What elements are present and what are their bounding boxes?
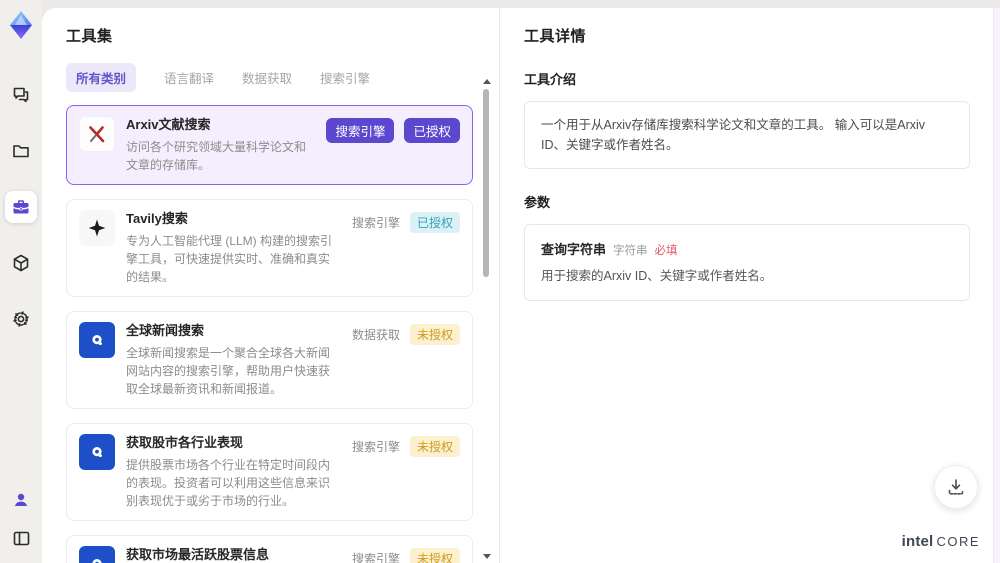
detail-scrollbar-track[interactable]	[993, 8, 1000, 563]
param-box: 查询字符串 字符串 必填 用于搜索的Arxiv ID、关键字或作者姓名。	[524, 224, 970, 301]
tool-card-most-active-stocks[interactable]: 获取市场最活跃股票信息 提供当天交易量最高的股票列表，投资者可以利用这些信息来识…	[66, 534, 473, 563]
tool-card-sector-performance[interactable]: 获取股市各行业表现 提供股票市场各个行业在特定时间段内的表现。投资者可以利用这些…	[66, 422, 473, 521]
nav-settings-icon[interactable]	[5, 303, 37, 335]
tool-category-badge: 数据获取	[351, 327, 400, 342]
download-button[interactable]	[934, 465, 978, 509]
intro-heading: 工具介绍	[524, 72, 577, 87]
scrollbar-thumb[interactable]	[483, 89, 489, 277]
tool-name: 获取股市各行业表现	[126, 434, 244, 450]
page-title: 工具集	[66, 28, 113, 45]
tool-category-badge: 搜索引擎	[326, 118, 395, 143]
scroll-down-icon[interactable]	[483, 554, 491, 559]
tool-list-scrollbar[interactable]	[482, 79, 491, 559]
tab-all-categories[interactable]: 所有类别	[66, 63, 137, 92]
tool-name: 获取市场最活跃股票信息	[126, 546, 270, 562]
stock-logo-icon	[79, 433, 115, 470]
tool-status-badge: 未授权	[409, 323, 460, 345]
param-desc: 用于搜索的Arxiv ID、关键字或作者姓名。	[541, 269, 773, 283]
param-name: 查询字符串	[541, 242, 607, 257]
nav-chat-icon[interactable]	[5, 79, 37, 111]
intel-core-logo: intel CORE	[902, 533, 980, 550]
globalnews-logo-icon	[79, 321, 115, 358]
tab-search-engine[interactable]: 搜索引擎	[320, 63, 370, 92]
nav-folder-icon[interactable]	[5, 135, 37, 167]
core-wordmark: CORE	[936, 534, 980, 549]
tool-category-badge: 搜索引擎	[351, 439, 400, 454]
tool-category-badge: 搜索引擎	[351, 215, 400, 230]
tavily-sparkle-icon	[79, 209, 115, 246]
tool-card-list: Arxiv文献搜索 访问各个研究领域大量科学论文和文章的存储库。 搜索引擎 已授…	[66, 105, 499, 563]
arxiv-logo-icon	[79, 116, 115, 152]
tool-status-badge: 已授权	[404, 118, 460, 143]
nav-toolbox-icon-active[interactable]	[5, 191, 37, 223]
app-sidebar	[0, 0, 42, 563]
tool-card-tavily[interactable]: Tavily搜索 专为人工智能代理 (LLM) 构建的搜索引擎工具，可快速提供实…	[66, 198, 473, 297]
tool-name: 全球新闻搜索	[126, 322, 205, 338]
nav-cube-icon[interactable]	[5, 247, 37, 279]
tool-desc: 全球新闻搜索是一个聚合全球各大新闻网站内容的搜索引擎，帮助用户快速获取全球最新资…	[126, 345, 331, 396]
param-type: 字符串	[613, 245, 648, 257]
tab-translation[interactable]: 语言翻译	[164, 63, 214, 92]
tool-status-badge: 未授权	[409, 547, 460, 563]
app-logo-icon	[6, 9, 36, 41]
main-content: 工具集 所有类别 语言翻译 数据获取 搜索引擎 Arxiv文献搜索 访问各个研究…	[42, 8, 1000, 563]
tool-status-badge: 未授权	[409, 435, 460, 457]
tools-panel: 工具集 所有类别 语言翻译 数据获取 搜索引擎 Arxiv文献搜索 访问各个研究…	[42, 8, 500, 563]
tool-desc: 提供股票市场各个行业在特定时间段内的表现。投资者可以利用这些信息来识别表现优于或…	[126, 457, 331, 508]
stock-logo-icon	[79, 545, 115, 563]
category-tabs: 所有类别 语言翻译 数据获取 搜索引擎	[66, 63, 499, 92]
tool-desc: 专为人工智能代理 (LLM) 构建的搜索引擎工具，可快速提供实时、准确和真实的结…	[126, 233, 333, 284]
intro-box: 一个用于从Arxiv存储库搜索科学论文和文章的工具。 输入可以是Arxiv ID…	[524, 101, 970, 169]
panel-toggle-icon[interactable]	[5, 525, 37, 551]
tool-category-badge: 搜索引擎	[351, 551, 400, 563]
tool-card-global-news[interactable]: 全球新闻搜索 全球新闻搜索是一个聚合全球各大新闻网站内容的搜索引擎，帮助用户快速…	[66, 310, 473, 409]
tool-name: Arxiv文献搜索	[126, 117, 211, 132]
params-heading: 参数	[524, 195, 551, 210]
scroll-up-icon[interactable]	[483, 79, 491, 84]
user-avatar-icon[interactable]	[5, 487, 37, 513]
intel-wordmark: intel	[901, 533, 934, 550]
param-required-flag: 必填	[654, 245, 678, 257]
tool-detail-panel: 工具详情 工具介绍 一个用于从Arxiv存储库搜索科学论文和文章的工具。 输入可…	[500, 8, 1000, 563]
tool-status-badge: 已授权	[409, 211, 460, 233]
tool-desc: 访问各个研究领域大量科学论文和文章的存储库。	[126, 139, 307, 172]
tab-data-fetch[interactable]: 数据获取	[242, 63, 292, 92]
tool-card-arxiv[interactable]: Arxiv文献搜索 访问各个研究领域大量科学论文和文章的存储库。 搜索引擎 已授…	[66, 105, 473, 185]
detail-title: 工具详情	[524, 28, 587, 45]
tool-name: Tavily搜索	[126, 210, 188, 226]
